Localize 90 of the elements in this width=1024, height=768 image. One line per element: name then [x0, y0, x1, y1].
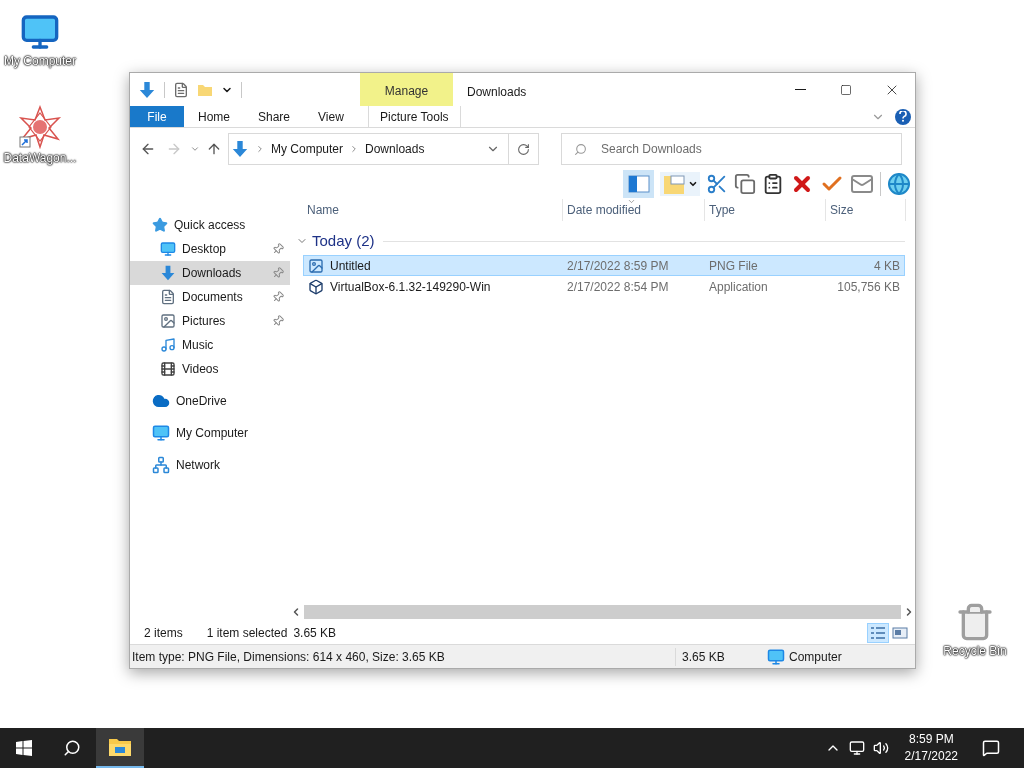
sidebar-item[interactable]: Network — [130, 453, 290, 477]
star-icon — [152, 217, 168, 233]
ribbon-tab[interactable]: File — [130, 106, 184, 127]
clipboard-icon[interactable] — [762, 173, 784, 195]
windows-logo-icon — [16, 740, 32, 756]
table-cell-text: 4 KB — [873, 257, 900, 275]
refresh-icon[interactable] — [517, 142, 530, 156]
table-cell-text: 105,756 KB — [836, 278, 900, 296]
film-icon — [160, 361, 176, 377]
file-row[interactable]: VirtualBox-6.1.32-149290-Win 2/17/2022 8:54 PM Application 105,756 KB — [303, 276, 905, 297]
breadcrumb[interactable]: My Computer — [271, 140, 344, 158]
location-label: Computer — [789, 648, 842, 666]
copy-icon[interactable] — [734, 173, 756, 195]
network-status-icon[interactable] — [848, 740, 865, 756]
folder-icon — [108, 737, 132, 757]
file-name: Untitled — [330, 257, 371, 275]
details-view-button[interactable] — [867, 623, 889, 643]
monitor-icon — [767, 647, 785, 666]
download-icon — [231, 140, 249, 158]
monitor-icon — [160, 241, 176, 257]
search-box[interactable]: Search Downloads — [561, 133, 902, 165]
sidebar-item[interactable]: Videos — [130, 357, 290, 381]
scissors-icon[interactable] — [706, 173, 728, 195]
dropdown-caret-icon — [688, 179, 698, 189]
item-count: 2 items — [144, 625, 183, 642]
group-header[interactable]: Today (2) — [312, 229, 375, 253]
file-explorer-button[interactable] — [96, 728, 144, 768]
ribbon-tab[interactable]: Share — [244, 106, 305, 127]
window-title: Downloads — [467, 84, 527, 101]
sidebar-item[interactable]: My Computer — [130, 421, 290, 445]
search-field[interactable]: Search Downloads — [601, 140, 901, 158]
volume-icon[interactable] — [872, 740, 889, 756]
download-icon — [160, 265, 176, 281]
minimize-icon — [794, 89, 806, 90]
properties-icon[interactable] — [173, 81, 189, 98]
desktop-icon-label[interactable]: My Computer — [4, 52, 76, 70]
ribbon-tab[interactable]: View — [304, 106, 358, 127]
sidebar-item[interactable]: Music — [130, 333, 290, 357]
search-icon — [574, 142, 587, 156]
table-cell-text: 2/17/2022 8:59 PM — [566, 257, 670, 275]
breadcrumb-separator-icon — [255, 144, 265, 154]
download-icon — [138, 80, 156, 99]
help-icon[interactable] — [895, 108, 911, 125]
image-file-icon — [308, 257, 324, 274]
item-details: Item type: PNG File, Dimensions: 614 x 460, Size: 3.65 KB — [132, 648, 446, 666]
table-cell-text: PNG File — [708, 257, 759, 275]
file-row[interactable]: Untitled 2/17/2022 8:59 PM PNG File 4 KB — [303, 255, 905, 276]
ribbon-tab[interactable]: Home — [184, 106, 244, 127]
table-cell-text: Application — [708, 278, 769, 296]
up-icon[interactable] — [206, 141, 222, 157]
context-tab-header: Manage — [360, 73, 453, 106]
search-icon — [63, 739, 81, 757]
star-mandala-icon — [18, 105, 62, 149]
clock[interactable]: 8:59 PM 2/17/2022 — [898, 728, 964, 768]
cloud-icon — [152, 392, 170, 410]
sidebar-item[interactable]: Desktop — [130, 237, 290, 261]
sidebar-item[interactable]: Downloads — [130, 261, 290, 285]
sidebar-item[interactable]: OneDrive — [130, 389, 290, 413]
sidebar-item[interactable]: Quick access — [130, 213, 290, 237]
address-bar[interactable]: My Computer Downloads — [228, 133, 539, 165]
back-icon[interactable] — [140, 141, 156, 157]
preview-pane-button[interactable] — [623, 170, 654, 198]
maximize-icon — [840, 83, 852, 96]
document-icon — [160, 289, 176, 305]
globe-icon[interactable] — [887, 172, 911, 196]
column-header[interactable]: Size — [826, 199, 906, 221]
file-size: 3.65 KB — [675, 647, 761, 666]
cube-icon — [308, 278, 324, 295]
column-header[interactable]: Name — [303, 199, 563, 221]
desktop-icon-label[interactable]: Recycle Bin — [943, 642, 1007, 660]
notifications-icon[interactable] — [982, 739, 1000, 757]
monitor-icon — [152, 424, 170, 442]
sidebar-item[interactable]: Documents — [130, 285, 290, 309]
column-header[interactable]: Date modified — [563, 199, 705, 221]
selection-size: 3.65 KB — [293, 625, 337, 642]
picture-icon — [160, 313, 176, 329]
breadcrumb[interactable]: Downloads — [365, 140, 425, 158]
network-icon — [152, 456, 170, 474]
file-name: VirtualBox-6.1.32-149290-Win — [330, 278, 491, 296]
ribbon-tab[interactable]: Picture Tools — [367, 106, 461, 127]
desktop-icon-label[interactable]: DataWagon... — [3, 149, 77, 167]
sidebar-item[interactable]: Pictures — [130, 309, 290, 333]
envelope-icon[interactable] — [850, 172, 874, 196]
selection-count: 1 item selected — [206, 625, 288, 642]
table-cell-text: 2/17/2022 8:54 PM — [566, 278, 670, 296]
sort-caret-icon — [627, 197, 636, 206]
computer-icon — [20, 12, 60, 52]
column-header[interactable]: Type — [705, 199, 826, 221]
scrollbar-thumb[interactable] — [304, 605, 901, 619]
music-note-icon — [160, 337, 176, 353]
